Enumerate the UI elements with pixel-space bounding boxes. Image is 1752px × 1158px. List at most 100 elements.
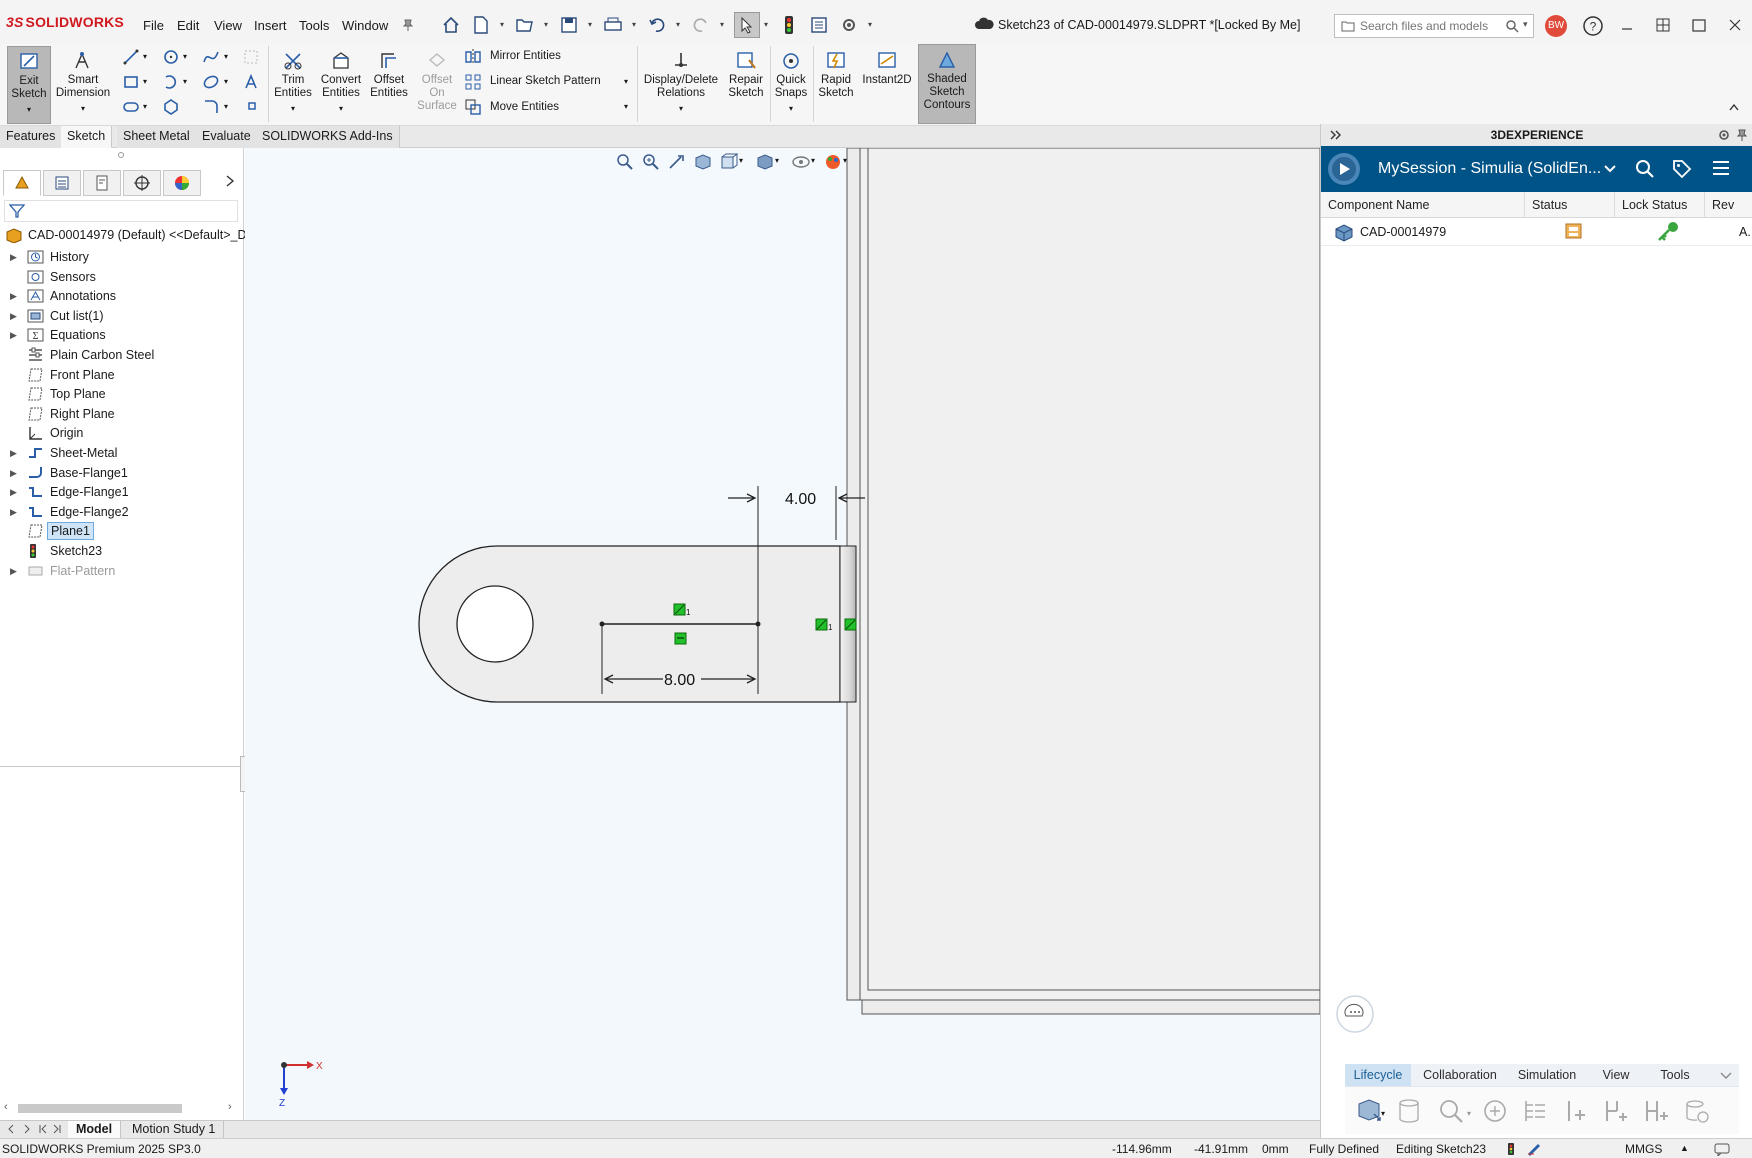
circle-icon[interactable] bbox=[162, 48, 180, 66]
home-icon[interactable] bbox=[440, 14, 462, 36]
add-revision-icon[interactable] bbox=[1559, 1095, 1591, 1127]
expand-arrow-icon[interactable]: ▶ bbox=[10, 330, 17, 341]
rebuild-icon[interactable] bbox=[778, 14, 800, 36]
expand-arrow-icon[interactable]: ▶ bbox=[10, 487, 17, 498]
fillet-icon[interactable] bbox=[202, 98, 220, 116]
dimension-8-00[interactable]: 8.00 bbox=[664, 672, 695, 689]
tab-configuration-manager[interactable] bbox=[83, 170, 121, 196]
compass-icon[interactable] bbox=[1326, 151, 1362, 187]
scroll-thumb[interactable] bbox=[18, 1104, 182, 1113]
bottom-flange[interactable] bbox=[861, 999, 1320, 1015]
session-menu-icon[interactable] bbox=[1711, 158, 1731, 178]
linear-sketch-pattern-button[interactable]: Linear Sketch Pattern bbox=[490, 75, 601, 87]
search-dropdown-icon[interactable]: ▾ bbox=[1523, 19, 1528, 30]
tab-lifecycle[interactable]: Lifecycle bbox=[1345, 1064, 1411, 1086]
maximize-icon[interactable] bbox=[1684, 14, 1714, 36]
trim-dropdown-icon[interactable]: ▾ bbox=[270, 102, 316, 115]
redo-dropdown-icon[interactable]: ▾ bbox=[720, 20, 728, 30]
on-edge-relation-icon[interactable] bbox=[844, 618, 857, 631]
panel-pin-icon[interactable] bbox=[1735, 128, 1749, 142]
expand-arrow-icon[interactable]: ▶ bbox=[10, 291, 17, 302]
tab-motion-study-1[interactable]: Motion Study 1 bbox=[124, 1121, 225, 1139]
scroll-left-icon[interactable]: ‹ bbox=[4, 1101, 8, 1113]
database-icon[interactable] bbox=[1393, 1095, 1425, 1127]
search-files-box[interactable]: ▾ bbox=[1334, 14, 1534, 38]
model-tabs-first-icon[interactable] bbox=[38, 1123, 48, 1135]
column-rev[interactable]: Rev bbox=[1705, 192, 1752, 218]
smart-dimension-button[interactable]: Smart Dimension ▾ bbox=[53, 46, 113, 124]
tab-hole[interactable] bbox=[456, 585, 534, 663]
tab-view[interactable]: View bbox=[1593, 1064, 1639, 1086]
part-back-face[interactable] bbox=[859, 148, 1320, 1001]
offset-entities-button[interactable]: Offset Entities bbox=[366, 46, 412, 110]
panel-expand-arrow-icon[interactable] bbox=[225, 174, 235, 188]
expand-arrow-icon[interactable]: ▶ bbox=[10, 566, 17, 577]
dimension-4-00[interactable]: 4.00 bbox=[785, 491, 816, 508]
tile-windows-icon[interactable] bbox=[1648, 14, 1678, 36]
undo-icon[interactable] bbox=[646, 14, 668, 36]
new-dropdown-icon[interactable]: ▾ bbox=[500, 20, 508, 30]
search-input[interactable] bbox=[1360, 18, 1500, 34]
filter-icon[interactable] bbox=[9, 203, 25, 219]
tab-collaboration[interactable]: Collaboration bbox=[1417, 1064, 1503, 1086]
help-icon[interactable]: ? bbox=[1582, 15, 1604, 37]
mirror-entities-icon[interactable] bbox=[464, 48, 482, 66]
options-gear-icon[interactable] bbox=[838, 14, 860, 36]
relations-dropdown-icon[interactable]: ▾ bbox=[640, 102, 722, 115]
save-icon[interactable] bbox=[558, 14, 580, 36]
tab-tools[interactable]: Tools bbox=[1645, 1064, 1705, 1086]
tabs-expand-icon[interactable] bbox=[1719, 1068, 1733, 1082]
line-dropdown-icon[interactable]: ▾ bbox=[143, 52, 161, 70]
offset-on-surface-button[interactable]: Offset On Surface bbox=[414, 46, 460, 124]
session-search-icon[interactable] bbox=[1634, 158, 1656, 180]
rectangle-icon[interactable] bbox=[122, 73, 140, 91]
collapse-ribbon-icon[interactable] bbox=[1728, 102, 1740, 112]
point-icon[interactable] bbox=[246, 100, 264, 118]
slot-icon[interactable] bbox=[122, 98, 140, 116]
column-component-name[interactable]: Component Name bbox=[1321, 192, 1525, 218]
trim-entities-button[interactable]: Trim Entities ▾ bbox=[270, 46, 316, 124]
ellipse-dropdown-icon[interactable]: ▾ bbox=[224, 77, 242, 95]
scroll-right-icon[interactable]: › bbox=[228, 1101, 232, 1113]
column-lock-status[interactable]: Lock Status bbox=[1615, 192, 1705, 218]
arc-icon[interactable] bbox=[162, 73, 180, 91]
move-entities-icon[interactable] bbox=[464, 98, 482, 116]
select-icon[interactable] bbox=[734, 12, 760, 38]
notification-icon[interactable] bbox=[1714, 1142, 1730, 1156]
minimize-icon[interactable] bbox=[1612, 14, 1642, 36]
new-document-icon[interactable] bbox=[470, 14, 492, 36]
model-tabs-next-icon[interactable] bbox=[22, 1123, 32, 1135]
tree-filter-row[interactable] bbox=[4, 200, 238, 222]
menu-view[interactable]: View bbox=[214, 18, 242, 33]
sketch-status-icon[interactable] bbox=[1526, 1142, 1542, 1156]
lifecycle-history-icon[interactable] bbox=[1681, 1095, 1713, 1127]
session-dropdown-icon[interactable] bbox=[1603, 162, 1617, 176]
polygon-icon[interactable] bbox=[162, 98, 180, 116]
tree-root-part[interactable]: CAD-00014979 (Default) <<Default>_Dis bbox=[0, 224, 256, 246]
tab-property-manager[interactable] bbox=[43, 170, 81, 196]
expand-arrow-icon[interactable]: ▶ bbox=[10, 252, 17, 263]
file-properties-icon[interactable] bbox=[808, 14, 830, 36]
spline-icon[interactable] bbox=[202, 48, 220, 66]
fillet-dropdown-icon[interactable]: ▾ bbox=[224, 102, 242, 120]
linear-sketch-pattern-icon[interactable] bbox=[464, 73, 482, 91]
expand-arrow-icon[interactable]: ▶ bbox=[10, 448, 17, 459]
spline-dropdown-icon[interactable]: ▾ bbox=[224, 52, 242, 70]
circle-dropdown-icon[interactable]: ▾ bbox=[183, 52, 201, 70]
quick-snaps-button[interactable]: Quick Snaps ▾ bbox=[771, 46, 811, 124]
line-icon[interactable] bbox=[122, 48, 140, 66]
search-icon[interactable] bbox=[1505, 19, 1519, 33]
menu-file[interactable]: File bbox=[143, 18, 164, 33]
session-name[interactable]: MySession - Simulia (SolidEn... bbox=[1378, 160, 1601, 178]
panel-grip-icon[interactable] bbox=[118, 152, 124, 158]
tab-solidworks-add-ins[interactable]: SOLIDWORKS Add-Ins bbox=[256, 126, 400, 148]
menu-edit[interactable]: Edit bbox=[177, 18, 199, 33]
shaded-sketch-contours-button[interactable]: Shaded Sketch Contours bbox=[918, 44, 976, 124]
expand-arrow-icon[interactable]: ▶ bbox=[10, 311, 17, 322]
expand-arrow-icon[interactable]: ▶ bbox=[10, 507, 17, 518]
tag-icon[interactable] bbox=[1671, 158, 1693, 180]
column-status[interactable]: Status bbox=[1525, 192, 1615, 218]
panel-settings-icon[interactable] bbox=[1717, 128, 1731, 142]
convert-dropdown-icon[interactable]: ▾ bbox=[318, 102, 364, 115]
chat-bubble-icon[interactable] bbox=[1335, 994, 1375, 1034]
